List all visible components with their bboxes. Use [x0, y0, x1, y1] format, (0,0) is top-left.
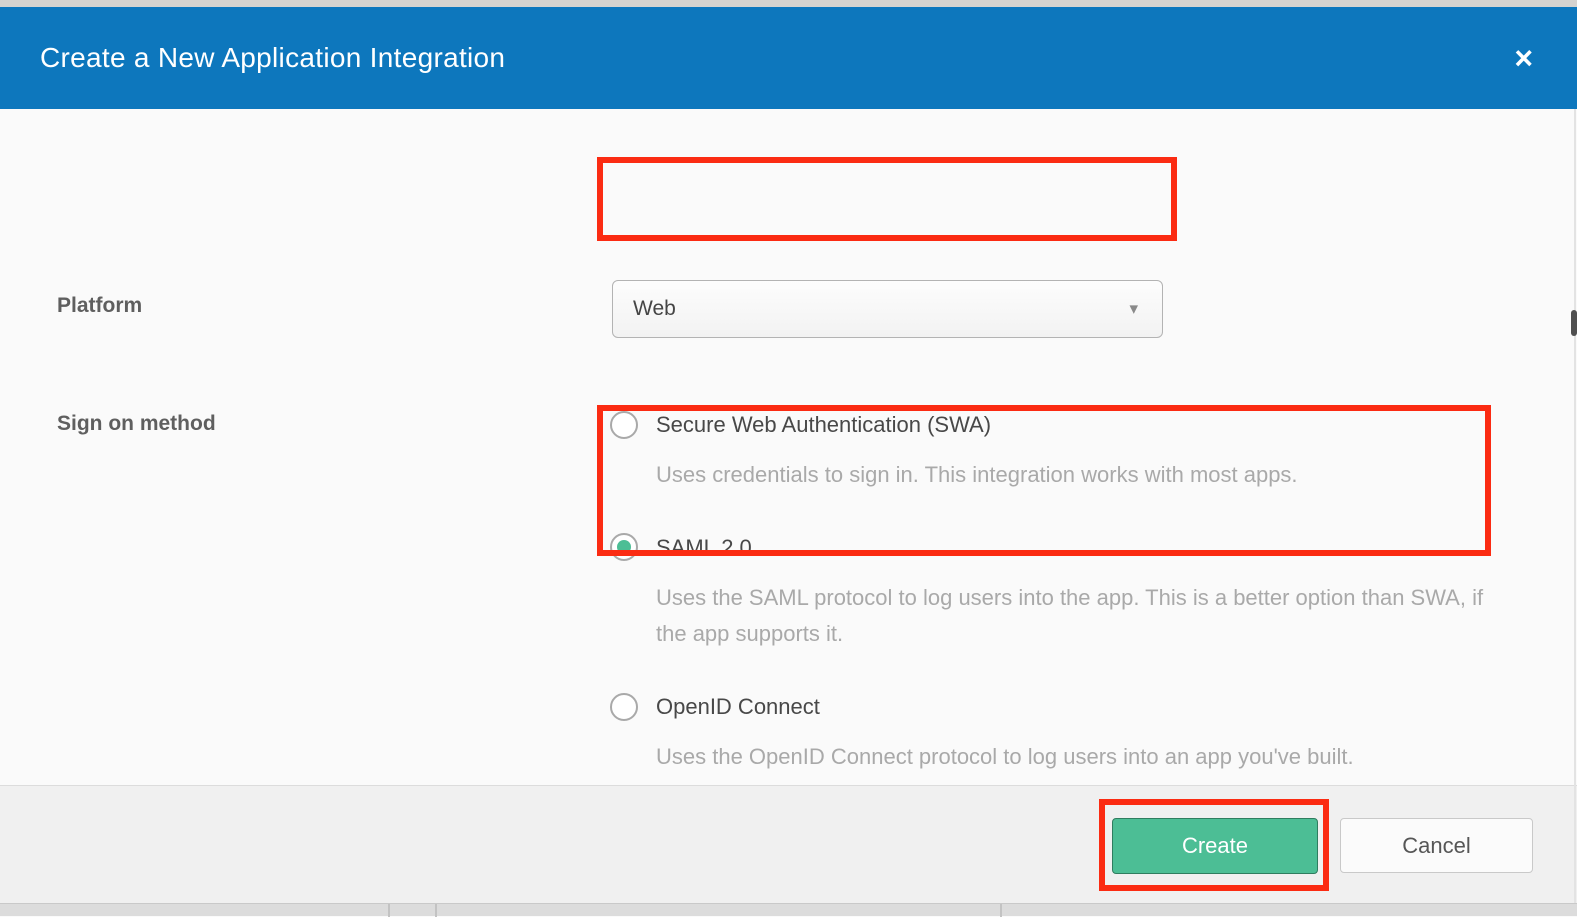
background-bottom-strip — [0, 903, 1577, 916]
platform-label: Platform — [57, 294, 142, 318]
radio-saml-description: Uses the SAML protocol to log users into… — [656, 580, 1486, 652]
radio-swa-label[interactable]: Secure Web Authentication (SWA) — [656, 412, 991, 438]
background-table-edge — [388, 904, 390, 917]
platform-select[interactable]: Web ▾ — [612, 280, 1163, 338]
background-table-edge — [435, 904, 437, 917]
create-button[interactable]: Create — [1112, 818, 1318, 874]
modal-header: Create a New Application Integration × — [0, 7, 1577, 109]
radio-swa[interactable] — [610, 411, 638, 439]
background-top-strip — [0, 0, 1577, 7]
radio-swa-description: Uses credentials to sign in. This integr… — [656, 457, 1298, 493]
radio-saml[interactable] — [610, 533, 638, 561]
modal-body: Platform Web ▾ Sign on method Secure Web… — [0, 109, 1577, 785]
modal-title: Create a New Application Integration — [40, 42, 505, 74]
radio-openid[interactable] — [610, 693, 638, 721]
platform-select-value: Web — [633, 297, 676, 321]
background-table-edge — [1000, 904, 1002, 917]
dropdown-caret-icon: ▾ — [1129, 299, 1138, 319]
right-edge-divider — [1574, 109, 1576, 903]
close-icon[interactable]: × — [1514, 42, 1533, 74]
radio-saml-label[interactable]: SAML 2.0 — [656, 535, 752, 561]
radio-openid-description: Uses the OpenID Connect protocol to log … — [656, 739, 1354, 775]
sign-on-method-label: Sign on method — [57, 412, 216, 436]
cancel-button[interactable]: Cancel — [1340, 818, 1533, 873]
scrollbar-thumb[interactable] — [1571, 310, 1577, 336]
radio-openid-label[interactable]: OpenID Connect — [656, 694, 820, 720]
